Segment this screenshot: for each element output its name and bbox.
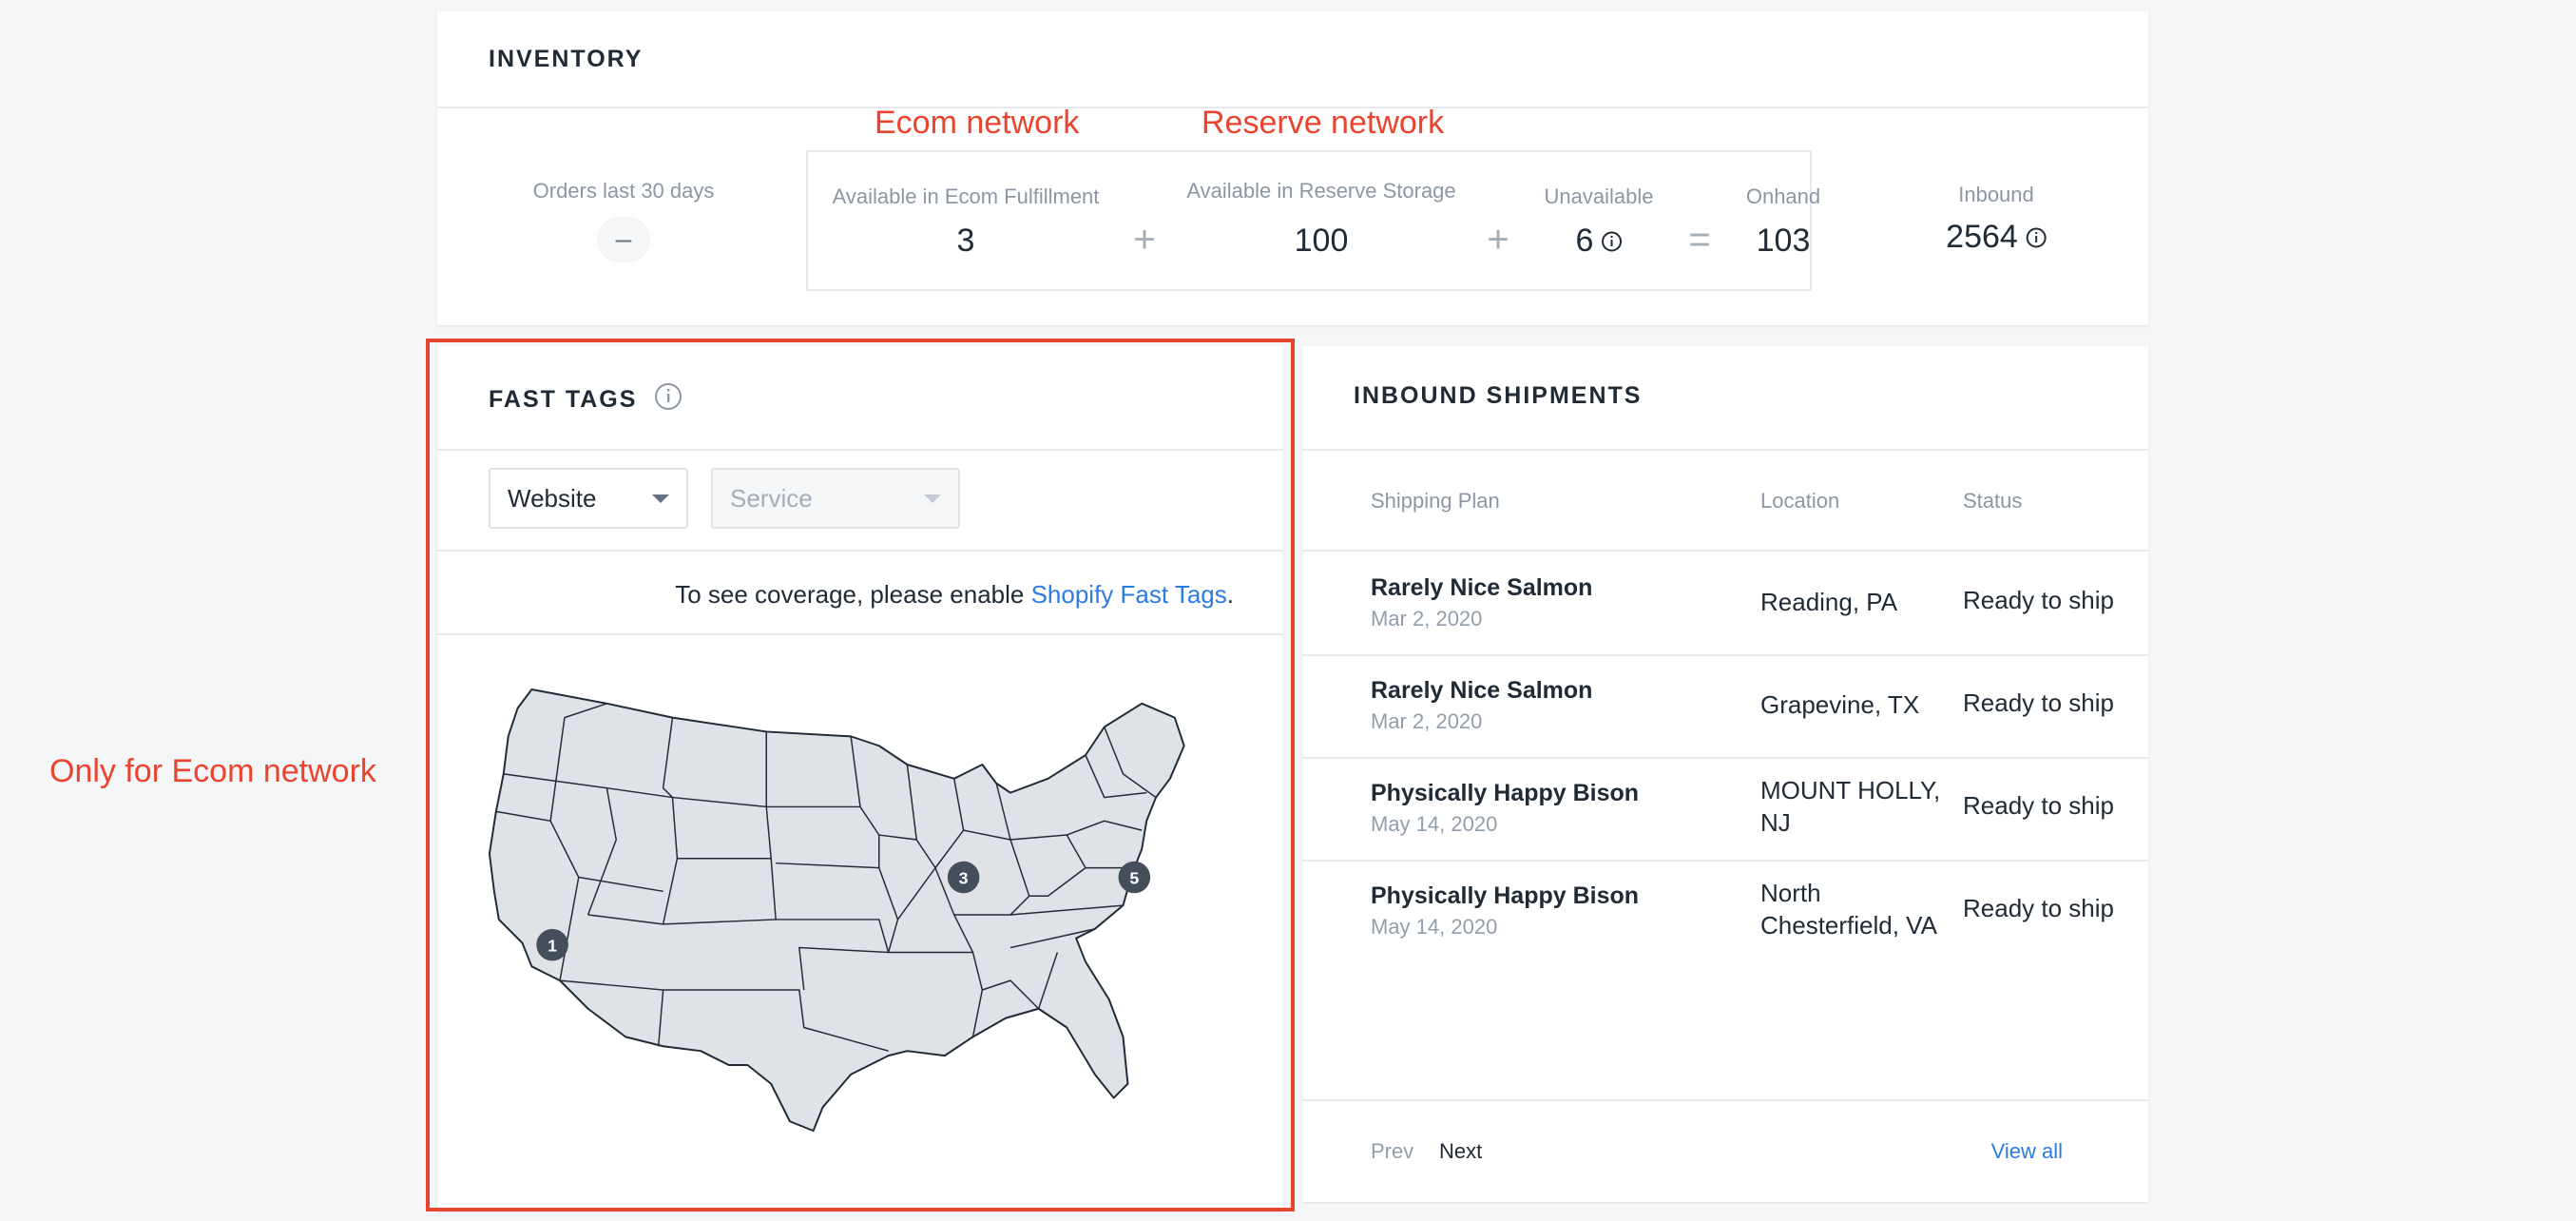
table-row[interactable]: Physically Happy Bison May 14, 2020 MOUN… [1302,757,2148,862]
view-all-link[interactable]: View all [1991,1139,2063,1164]
available-reserve-label: Available in Reserve Storage [1186,179,1456,203]
inbound-divider [1302,449,2148,451]
inventory-title: INVENTORY [489,46,644,72]
plus-sign-2: + [1487,219,1509,261]
column-location[interactable]: Location [1760,489,1839,514]
network-box [806,150,1812,291]
orders-value: – [615,223,632,255]
prev-button[interactable]: Prev [1371,1139,1413,1164]
inbound-value: 2564 [1946,219,2047,256]
equals-sign: = [1688,219,1711,261]
next-button[interactable]: Next [1439,1139,1482,1164]
onhand-label: Onhand [1745,184,1821,208]
column-shipping-plan[interactable]: Shipping Plan [1371,489,1500,514]
table-row[interactable]: Rarely Nice Salmon Mar 2, 2020 Grapevine… [1302,654,2148,759]
table-row[interactable]: Rarely Nice Salmon Mar 2, 2020 Reading, … [1302,552,2148,656]
onhand-value: 103 [1756,223,1811,259]
inventory-card: INVENTORY Orders last 30 days – Availabl… [437,11,2148,325]
plus-sign-1: + [1133,219,1156,261]
orders-label: Orders last 30 days [532,179,715,203]
annotation-highlight-box [426,339,1295,1211]
available-ecom-label: Available in Ecom Fulfillment [832,184,1100,208]
orders-value-pill: – [597,217,650,262]
info-icon[interactable] [1601,231,1622,252]
inbound-shipments-card: INBOUND SHIPMENTS Shipping Plan Location… [1302,346,2148,1202]
available-ecom-value: 3 [956,223,975,259]
footer-divider [1302,1099,2148,1101]
table-row[interactable]: Physically Happy Bison May 14, 2020 Nort… [1302,860,2148,962]
available-reserve-value: 100 [1294,223,1349,259]
unavailable-label: Unavailable [1544,184,1654,208]
unavailable-value: 6 [1576,223,1623,260]
annotation-ecom-network: Ecom network [875,105,1080,141]
inbound-label: Inbound [1958,183,2034,206]
inbound-shipments-title: INBOUND SHIPMENTS [1354,382,1643,409]
column-status[interactable]: Status [1963,489,2022,514]
info-icon[interactable] [2026,227,2047,248]
annotation-only-ecom: Only for Ecom network [49,753,376,789]
annotation-reserve-network: Reserve network [1201,105,1445,141]
